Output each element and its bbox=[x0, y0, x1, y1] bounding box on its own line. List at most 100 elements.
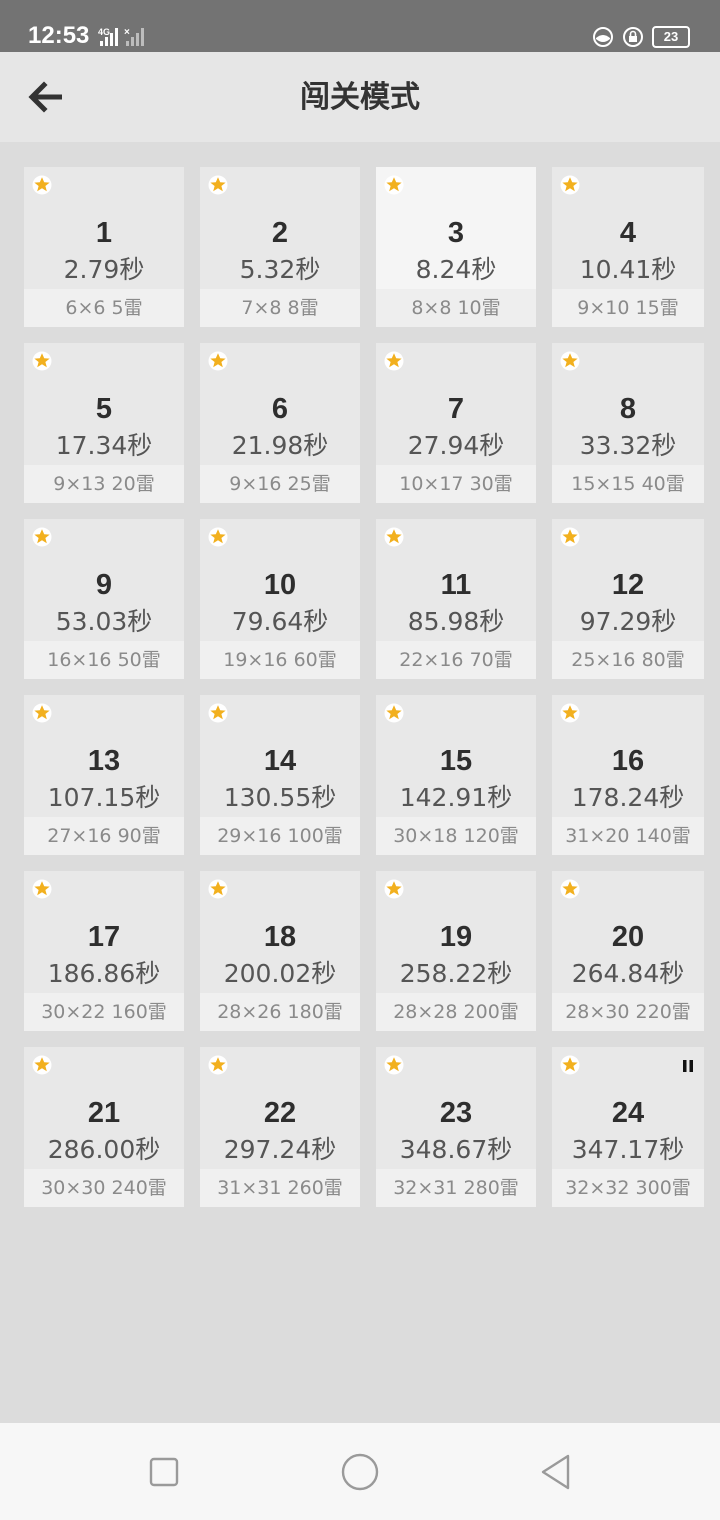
level-card-16[interactable]: 16 178.24秒 31×20 140雷 bbox=[552, 695, 704, 855]
star-icon bbox=[208, 703, 228, 723]
star-icon bbox=[560, 527, 580, 547]
level-card-11[interactable]: 11 85.98秒 22×16 70雷 bbox=[376, 519, 536, 679]
level-card-13[interactable]: 13 107.15秒 27×16 90雷 bbox=[24, 695, 184, 855]
star-icon bbox=[560, 879, 580, 899]
level-card-21[interactable]: 21 286.00秒 30×30 240雷 bbox=[24, 1047, 184, 1207]
level-card-9[interactable]: 9 53.03秒 16×16 50雷 bbox=[24, 519, 184, 679]
level-board-info: 27×16 90雷 bbox=[24, 817, 184, 855]
level-number: 24 bbox=[611, 1097, 645, 1129]
level-card-3[interactable]: 3 8.24秒 8×8 10雷 bbox=[376, 167, 536, 327]
level-best-time: 10.41秒 bbox=[579, 255, 677, 284]
square-icon bbox=[149, 1457, 179, 1487]
level-number: 11 bbox=[440, 569, 472, 601]
level-board-info: 25×16 80雷 bbox=[552, 641, 704, 679]
level-board-info: 15×15 40雷 bbox=[552, 465, 704, 503]
star-icon bbox=[32, 527, 52, 547]
star-icon bbox=[208, 351, 228, 371]
star-icon bbox=[384, 527, 404, 547]
level-best-time: 107.15秒 bbox=[47, 783, 161, 812]
level-number: 3 bbox=[447, 217, 465, 249]
status-bar: 12:53 4G × 23 bbox=[0, 0, 720, 52]
level-board-info: 28×28 200雷 bbox=[376, 993, 536, 1031]
level-card-23[interactable]: 23 348.67秒 32×31 280雷 bbox=[376, 1047, 536, 1207]
level-card-8[interactable]: 8 33.32秒 15×15 40雷 bbox=[552, 343, 704, 503]
level-board-info: 30×30 240雷 bbox=[24, 1169, 184, 1207]
level-best-time: 17.34秒 bbox=[55, 431, 153, 460]
level-number: 22 bbox=[263, 1097, 297, 1129]
level-board-info: 9×16 25雷 bbox=[200, 465, 360, 503]
level-card-19[interactable]: 19 258.22秒 28×28 200雷 bbox=[376, 871, 536, 1031]
level-board-info: 8×8 10雷 bbox=[376, 289, 536, 327]
level-number: 8 bbox=[619, 393, 637, 425]
level-number: 2 bbox=[271, 217, 289, 249]
star-icon bbox=[32, 175, 52, 195]
level-card-20[interactable]: 20 264.84秒 28×30 220雷 bbox=[552, 871, 704, 1031]
level-board-info: 31×31 260雷 bbox=[200, 1169, 360, 1207]
level-board-info: 28×26 180雷 bbox=[200, 993, 360, 1031]
level-best-time: 21.98秒 bbox=[231, 431, 329, 460]
level-best-time: 130.55秒 bbox=[223, 783, 337, 812]
level-best-time: 142.91秒 bbox=[399, 783, 513, 812]
level-board-info: 19×16 60雷 bbox=[200, 641, 360, 679]
level-best-time: 186.86秒 bbox=[47, 959, 161, 988]
level-number: 12 bbox=[611, 569, 645, 601]
level-board-info: 10×17 30雷 bbox=[376, 465, 536, 503]
level-number: 5 bbox=[95, 393, 113, 425]
data-saver-icon bbox=[593, 27, 613, 47]
level-number: 16 bbox=[611, 745, 645, 777]
level-card-10[interactable]: 10 79.64秒 19×16 60雷 bbox=[200, 519, 360, 679]
star-icon bbox=[560, 351, 580, 371]
level-card-22[interactable]: 22 297.24秒 31×31 260雷 bbox=[200, 1047, 360, 1207]
back-nav-button[interactable] bbox=[535, 1451, 577, 1493]
level-best-time: 258.22秒 bbox=[399, 959, 513, 988]
system-nav-bar bbox=[0, 1423, 720, 1520]
level-card-1[interactable]: 1 2.79秒 6×6 5雷 bbox=[24, 167, 184, 327]
app-header: 闯关模式 bbox=[0, 52, 720, 142]
triangle-back-icon bbox=[541, 1454, 570, 1490]
level-number: 6 bbox=[271, 393, 289, 425]
level-card-2[interactable]: 2 5.32秒 7×8 8雷 bbox=[200, 167, 360, 327]
level-card-4[interactable]: 4 10.41秒 9×10 15雷 bbox=[552, 167, 704, 327]
star-icon bbox=[384, 703, 404, 723]
level-board-info: 29×16 100雷 bbox=[200, 817, 360, 855]
level-card-7[interactable]: 7 27.94秒 10×17 30雷 bbox=[376, 343, 536, 503]
level-number: 9 bbox=[95, 569, 113, 601]
level-number: 7 bbox=[447, 393, 465, 425]
level-board-info: 28×30 220雷 bbox=[552, 993, 704, 1031]
level-number: 23 bbox=[439, 1097, 473, 1129]
level-number: 17 bbox=[87, 921, 121, 953]
level-best-time: 178.24秒 bbox=[571, 783, 685, 812]
level-card-24[interactable]: 24 347.17秒 32×32 300雷 bbox=[552, 1047, 704, 1207]
level-card-18[interactable]: 18 200.02秒 28×26 180雷 bbox=[200, 871, 360, 1031]
level-best-time: 264.84秒 bbox=[571, 959, 685, 988]
level-card-6[interactable]: 6 21.98秒 9×16 25雷 bbox=[200, 343, 360, 503]
star-icon bbox=[32, 351, 52, 371]
star-icon bbox=[208, 175, 228, 195]
level-number: 19 bbox=[439, 921, 473, 953]
level-number: 13 bbox=[87, 745, 121, 777]
level-board-info: 9×10 15雷 bbox=[552, 289, 704, 327]
level-number: 20 bbox=[611, 921, 645, 953]
home-button[interactable] bbox=[339, 1451, 381, 1493]
star-icon bbox=[208, 1055, 228, 1075]
level-best-time: 297.24秒 bbox=[223, 1135, 337, 1164]
status-time: 12:53 bbox=[28, 22, 90, 49]
star-icon bbox=[32, 703, 52, 723]
level-card-5[interactable]: 5 17.34秒 9×13 20雷 bbox=[24, 343, 184, 503]
level-card-17[interactable]: 17 186.86秒 30×22 160雷 bbox=[24, 871, 184, 1031]
level-card-14[interactable]: 14 130.55秒 29×16 100雷 bbox=[200, 695, 360, 855]
level-best-time: 97.29秒 bbox=[579, 607, 677, 636]
star-icon bbox=[384, 175, 404, 195]
level-best-time: 8.24秒 bbox=[415, 255, 497, 284]
battery-icon: 23 bbox=[652, 26, 690, 48]
level-number: 21 bbox=[87, 1097, 121, 1129]
level-board-info: 31×20 140雷 bbox=[552, 817, 704, 855]
level-number: 14 bbox=[263, 745, 297, 777]
svg-text:×: × bbox=[124, 27, 130, 38]
signal-icon: 4G × bbox=[98, 27, 144, 46]
recent-apps-button[interactable] bbox=[143, 1451, 185, 1493]
level-best-time: 348.67秒 bbox=[399, 1135, 513, 1164]
level-best-time: 33.32秒 bbox=[579, 431, 677, 460]
level-card-12[interactable]: 12 97.29秒 25×16 80雷 bbox=[552, 519, 704, 679]
level-card-15[interactable]: 15 142.91秒 30×18 120雷 bbox=[376, 695, 536, 855]
